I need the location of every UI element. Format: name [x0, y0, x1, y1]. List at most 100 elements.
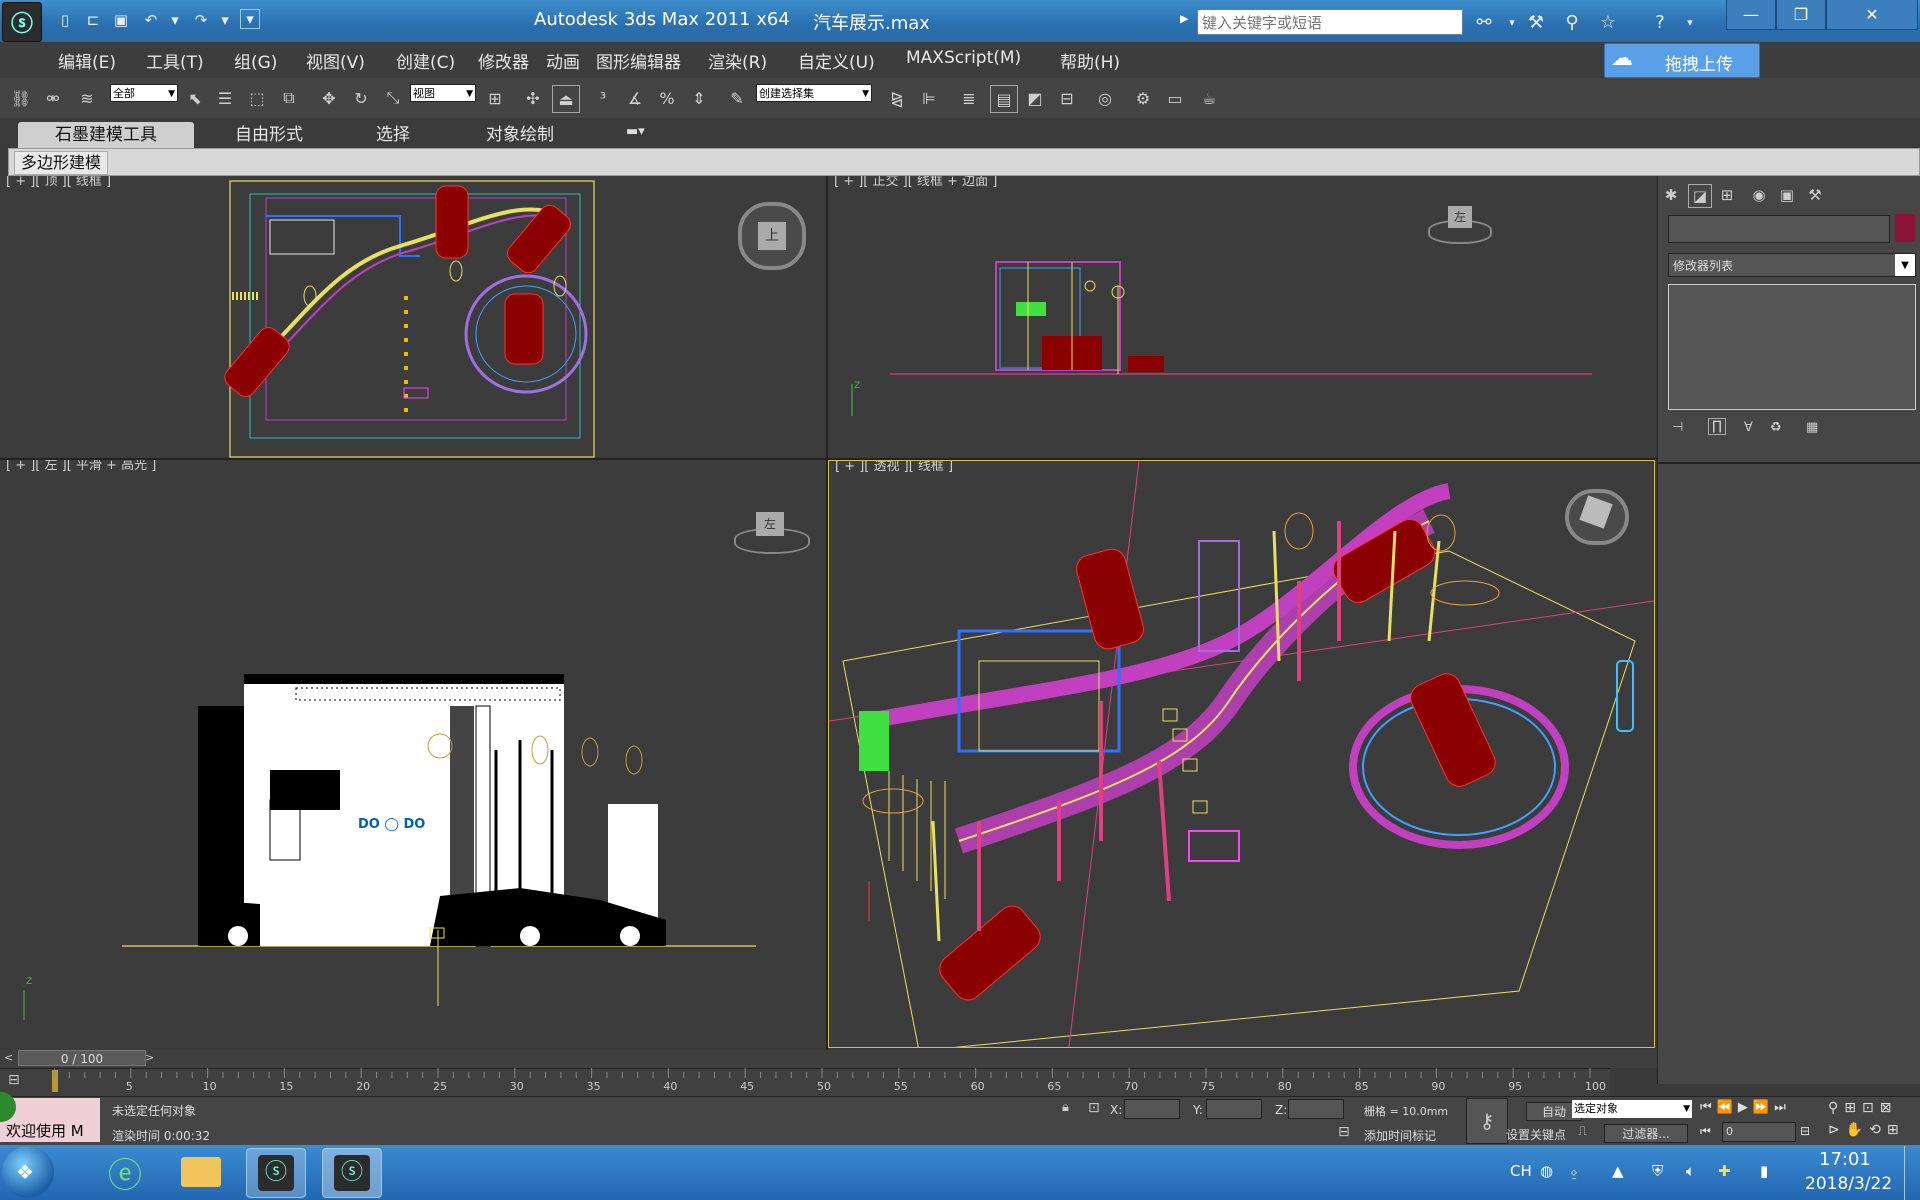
time-slider[interactable]: 0 / 100	[18, 1050, 146, 1066]
default-in-out-tangent-icon[interactable]: ⎍	[1578, 1124, 1587, 1139]
align-icon[interactable]: ⊫	[916, 85, 942, 111]
layer-manager-icon[interactable]: ≣	[956, 85, 982, 111]
show-hidden-icons-icon[interactable]: ▲	[1612, 1162, 1624, 1180]
select-by-name-icon[interactable]: ☰	[212, 85, 238, 111]
add-time-tag[interactable]: 添加时间标记	[1364, 1127, 1436, 1144]
viewport-nav-bottom-row[interactable]: ⊳✋⟲⊞	[1828, 1122, 1905, 1138]
y-coordinate-field[interactable]	[1206, 1099, 1262, 1119]
curve-editor-icon[interactable]: ◩	[1022, 85, 1048, 111]
clock-date[interactable]: 2018/3/22	[1805, 1174, 1892, 1194]
select-object-icon[interactable]: ⬉	[182, 85, 208, 111]
render-setup-icon[interactable]: ⚙	[1130, 85, 1156, 111]
minimize-button[interactable]: —	[1726, 0, 1776, 30]
ribbon-options-icon[interactable]: ▬▾	[626, 124, 645, 139]
viewcube-top[interactable]: 上	[738, 202, 806, 270]
set-key-button[interactable]: 设置关键点	[1506, 1126, 1566, 1143]
keyboard-shortcut-override-icon[interactable]: ⏏	[552, 85, 580, 113]
restore-button[interactable]: ❐	[1776, 0, 1826, 30]
render-production-icon[interactable]: ☕	[1196, 85, 1222, 111]
redo-icon[interactable]: ↷	[190, 9, 212, 31]
help-dropdown-icon[interactable]: ▾	[1678, 10, 1702, 34]
graphite-toggle-icon[interactable]: ▤	[990, 85, 1018, 113]
modifier-list-dropdown[interactable]: 修改器列表 ▼	[1668, 253, 1916, 277]
key-filters-button[interactable]: 过滤器...	[1604, 1124, 1688, 1143]
utilities-panel-icon[interactable]: ⚒	[1804, 184, 1826, 206]
spinner-snap-icon[interactable]: ⇕	[686, 85, 712, 111]
viewport-top[interactable]: [ + ][ 顶 ][ 线框 ] 上	[0, 176, 828, 460]
edit-named-selection-icon[interactable]: ✎	[724, 85, 750, 111]
viewport-front[interactable]: [ + ][ 正交 ][ 线框 + 边面 ] Z 左	[828, 176, 1657, 460]
polygon-modeling-panel[interactable]: 多边形建模	[14, 151, 109, 175]
help-icon[interactable]: ?	[1648, 10, 1672, 34]
menu-graph-editors[interactable]: 图形编辑器	[596, 48, 681, 73]
bind-spacewarp-icon[interactable]: ≋	[74, 85, 100, 111]
taskbar-explorer[interactable]	[172, 1148, 230, 1196]
link-icon[interactable]: ⛓	[8, 85, 34, 111]
menu-help[interactable]: 帮助(H)	[1060, 48, 1120, 73]
configure-modifier-sets-icon[interactable]: ▦	[1806, 420, 1818, 435]
modify-panel-icon[interactable]: ◪	[1688, 184, 1712, 208]
modifier-list-arrow-icon[interactable]: ▼	[1895, 254, 1915, 276]
modifier-stack[interactable]	[1668, 284, 1916, 410]
tab-selection[interactable]: 选择	[348, 122, 438, 148]
set-key-icon[interactable]: ⚷	[1466, 1098, 1508, 1144]
viewcube-perspective-face[interactable]	[1579, 495, 1613, 529]
subscription-icon[interactable]: ⚒	[1524, 10, 1548, 34]
upload-button[interactable]: ☁ 拖拽上传	[1604, 43, 1760, 78]
selection-filter-dropdown[interactable]: 全部	[110, 84, 178, 103]
viewport-left[interactable]: [ + ][ 左 ][ 平滑 + 高光 ] DO ◯ DO Z 左	[0, 460, 828, 1050]
viewport-perspective[interactable]: [ + ][ 透视 ][ 线框 ]	[828, 460, 1655, 1048]
menu-views[interactable]: 视图(V)	[306, 48, 365, 73]
menu-rendering[interactable]: 渲染(R)	[708, 48, 767, 73]
search-expand-icon[interactable]: ▶	[1180, 12, 1188, 25]
key-mode-icon[interactable]: ⏮	[1700, 1124, 1711, 1139]
ime-icon[interactable]: ◍	[1540, 1162, 1553, 1180]
time-slider-prev-icon[interactable]: <	[4, 1051, 13, 1064]
hierarchy-panel-icon[interactable]: ⊞	[1716, 184, 1738, 206]
taskbar-ie[interactable]: ⓔ	[96, 1148, 154, 1196]
menu-animation[interactable]: 动画	[546, 48, 580, 73]
remove-modifier-icon[interactable]: ♻	[1770, 420, 1782, 435]
tray-app-icon[interactable]: ✚	[1718, 1162, 1731, 1180]
search-input[interactable]: 键入关键字或短语	[1197, 9, 1463, 35]
unlink-icon[interactable]: ⚮	[40, 85, 66, 111]
microphone-icon[interactable]: ⍚	[1570, 1162, 1579, 1180]
menu-edit[interactable]: 编辑(E)	[58, 48, 116, 73]
angle-snap-icon[interactable]: ∡	[622, 85, 648, 111]
viewcube-perspective[interactable]	[1565, 489, 1629, 545]
menu-create[interactable]: 创建(C)	[396, 48, 455, 73]
object-name-field[interactable]	[1668, 215, 1890, 243]
tab-graphite-modeling[interactable]: 石墨建模工具	[18, 122, 194, 148]
rendered-frame-window-icon[interactable]: ▭	[1162, 85, 1188, 111]
menu-group[interactable]: 组(G)	[234, 48, 277, 73]
percent-snap-icon[interactable]: %	[654, 85, 680, 111]
absolute-mode-icon[interactable]: ⊡	[1088, 1100, 1100, 1116]
new-file-icon[interactable]: ▯	[54, 9, 76, 31]
tab-freeform[interactable]: 自由形式	[210, 122, 328, 148]
create-panel-icon[interactable]: ✱	[1660, 184, 1682, 206]
schematic-view-icon[interactable]: ⊟	[1054, 85, 1080, 111]
close-button[interactable]: ✕	[1826, 0, 1918, 30]
menu-maxscript[interactable]: MAXScript(M)	[906, 48, 1021, 68]
tab-object-paint[interactable]: 对象绘制	[470, 122, 570, 148]
open-file-icon[interactable]: ⊏	[82, 9, 104, 31]
time-configuration-icon[interactable]: ⊟	[1800, 1124, 1810, 1138]
favorites-icon[interactable]: ☆	[1596, 10, 1620, 34]
redo-dropdown-icon[interactable]: ▾	[214, 9, 236, 31]
volume-icon[interactable]: 🔈︎	[1686, 1162, 1695, 1180]
make-unique-icon[interactable]: ∀	[1744, 420, 1753, 435]
time-slider-track[interactable]	[0, 1050, 1657, 1068]
viewcube-top-face[interactable]: 上	[758, 222, 786, 250]
key-filter-dropdown[interactable]: 选定对象 ▼	[1572, 1100, 1692, 1118]
viewcube-front-face[interactable]: 左	[1448, 206, 1472, 228]
manipulate-icon[interactable]: ✣	[520, 85, 546, 111]
snaps-toggle-icon[interactable]: ³	[590, 85, 616, 111]
app-logo-icon[interactable]: ⓢ	[2, 2, 42, 42]
time-slider-next-icon[interactable]: >	[145, 1051, 154, 1064]
open-mini-curve-editor-icon[interactable]: ⊟	[8, 1072, 20, 1088]
reference-coord-dropdown[interactable]: 视图	[410, 84, 476, 103]
display-panel-icon[interactable]: ▣	[1776, 184, 1798, 206]
show-end-result-icon[interactable]: ∏	[1708, 418, 1726, 435]
language-indicator[interactable]: CH	[1510, 1162, 1532, 1180]
search-dropdown-icon[interactable]: ▾	[1500, 10, 1524, 34]
